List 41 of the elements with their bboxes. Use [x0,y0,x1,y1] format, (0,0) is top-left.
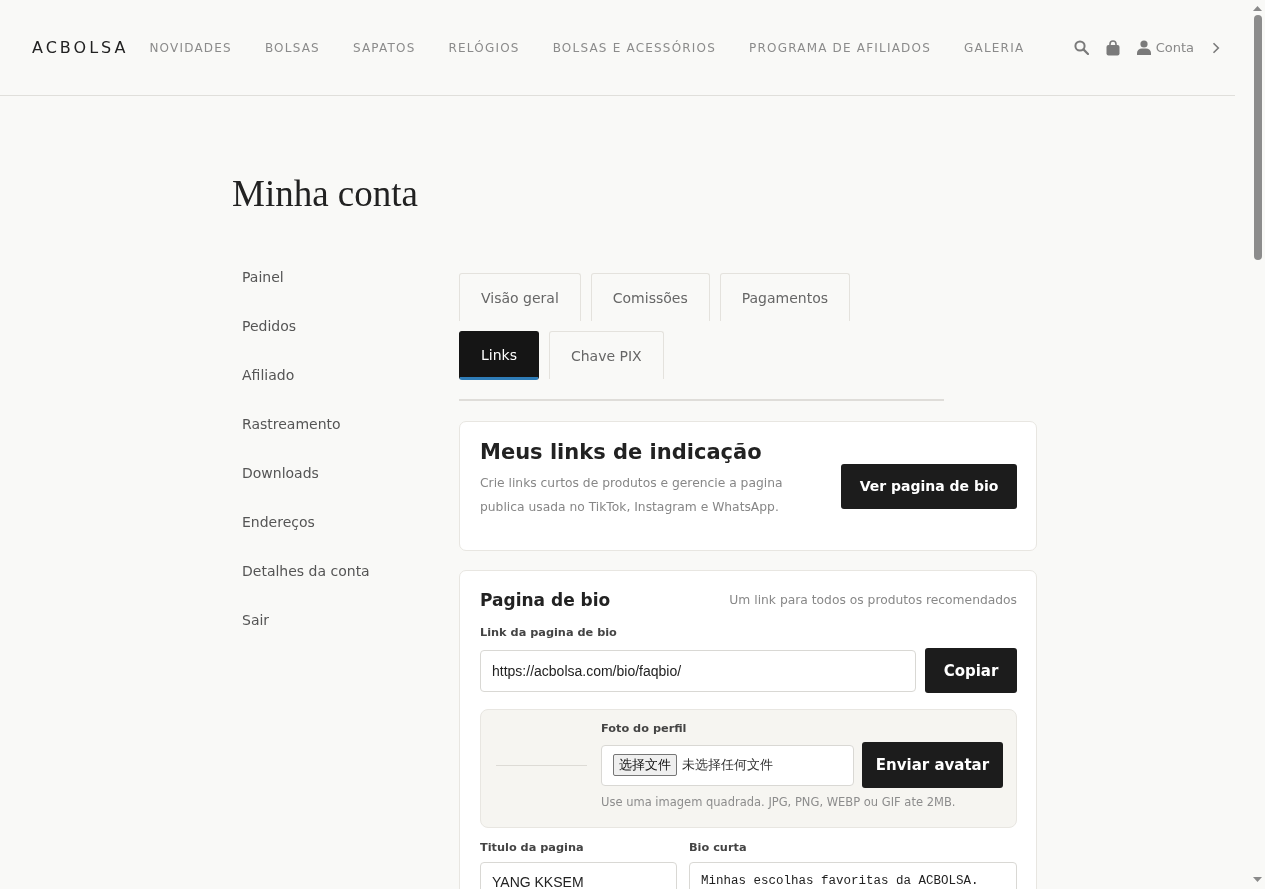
person-icon [1136,40,1151,55]
upload-avatar-button[interactable]: Enviar avatar [862,742,1003,788]
sidebar-item[interactable]: Detalhes da conta [232,547,370,596]
sidebar-item[interactable]: Sair [232,596,270,645]
bio-link-field[interactable]: https://acbolsa.com/bio/faqbio/ [480,649,916,692]
card-title: Pagina de bio [480,590,611,610]
chevron-right-icon[interactable] [1212,41,1220,54]
sidebar-item[interactable]: Downloads [232,449,319,498]
choose-file-button[interactable]: 选择文件 [613,754,677,776]
page-title-field[interactable]: YANG KKSEM [480,862,677,889]
file-input-field[interactable]: 选择文件 未选择任何文件 [601,744,854,786]
copy-button[interactable]: Copiar [925,648,1017,693]
sidebar-item[interactable]: Pedidos [232,302,297,351]
file-status-text: 未选择任何文件 [682,756,773,774]
sidebar-item[interactable]: Painel [232,253,284,302]
scroll-up-arrow-icon[interactable] [1253,6,1262,11]
logo[interactable]: ACBOLSA [32,38,129,57]
field-label: Link da pagina de bio [480,625,617,641]
scroll-down-arrow-icon[interactable] [1253,877,1262,882]
field-label: Titulo da pagina [480,841,584,855]
page-title: Minha conta [232,172,418,216]
sidebar-item[interactable]: Rastreamento [232,400,341,449]
account-link[interactable]: Conta [1136,40,1194,55]
shopping-bag-icon[interactable] [1105,39,1120,56]
field-label: Foto do perfil [601,721,687,737]
view-bio-page-button[interactable]: Ver pagina de bio [841,463,1017,509]
upload-hint: Use uma imagem quadrada. JPG, PNG, WEBP ou GIF ate 2MB. [601,794,956,810]
tab[interactable]: Comissões [590,273,710,321]
card-note: Um link para todos os produtos recomendados [729,593,1017,607]
tab[interactable]: Visão geral [459,273,581,321]
tab[interactable]: Links [459,331,539,380]
card-title: Meus links de indicação [480,439,762,466]
tab[interactable]: Pagamentos [719,273,851,321]
sidebar-item[interactable]: Endereços [232,498,315,547]
card-description: Crie links curtos de produtos e gerencie a pagina publica usada no TikTok, Instagram e WhatsApp. [480,475,784,516]
field-label: Bio curta [689,841,747,855]
bio-textarea[interactable]: Minhas escolhas favoritas da ACBOLSA. [689,862,1017,889]
tab[interactable]: Chave PIX [548,331,664,379]
scrollbar-thumb[interactable] [1253,15,1262,260]
search-icon[interactable] [1073,40,1089,55]
sidebar-item[interactable]: Afiliado [232,351,295,400]
